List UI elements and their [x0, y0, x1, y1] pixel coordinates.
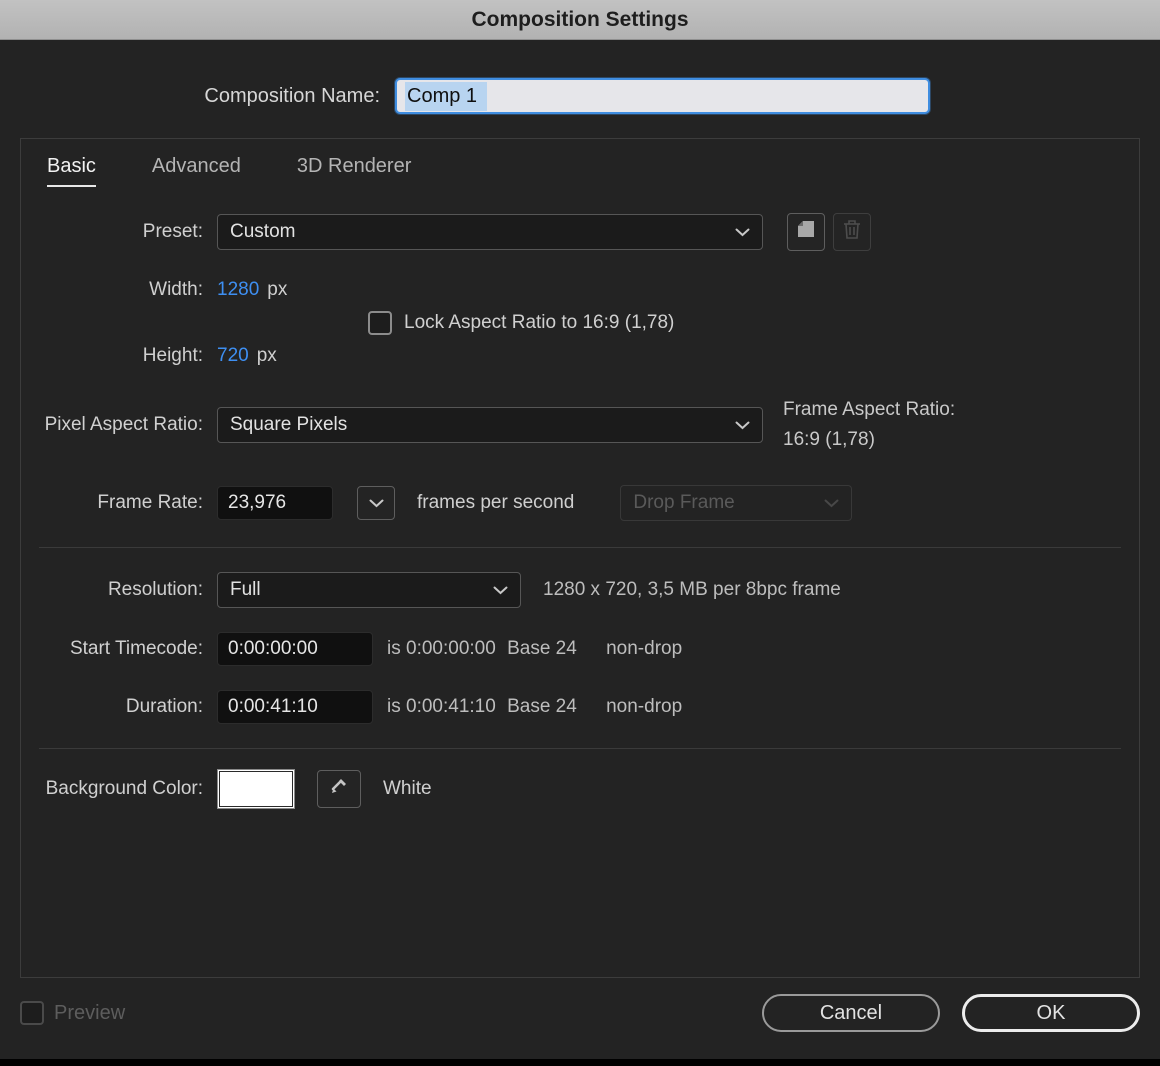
divider [39, 547, 1121, 548]
eyedropper-icon [329, 776, 349, 802]
chevron-down-icon [369, 499, 384, 508]
delete-preset-button[interactable] [833, 213, 871, 251]
cancel-button[interactable]: Cancel [762, 994, 940, 1032]
preset-buttons [787, 213, 871, 251]
frame-rate-preset-button[interactable] [357, 486, 395, 520]
lock-aspect-label: Lock Aspect Ratio to 16:9 (1,78) [404, 312, 674, 334]
resolution-info: 1280 x 720, 3,5 MB per 8bpc frame [543, 579, 841, 601]
preview-label: Preview [54, 1002, 125, 1025]
frame-aspect-info: Frame Aspect Ratio: 16:9 (1,78) [783, 395, 955, 455]
divider [39, 748, 1121, 749]
preset-label: Preset: [21, 221, 217, 243]
frame-aspect-value: 16:9 (1,78) [783, 425, 955, 455]
pixel-aspect-dropdown[interactable]: Square Pixels [217, 407, 763, 443]
dialog-titlebar: Composition Settings [0, 0, 1160, 40]
preview-checkbox[interactable] [20, 1001, 44, 1025]
lock-aspect-checkbox[interactable] [368, 311, 392, 335]
start-timecode-row: Start Timecode: 0:00:00:00 is 0:00:00:00… [21, 632, 1139, 666]
save-preset-button[interactable] [787, 213, 825, 251]
tab-3d-renderer[interactable]: 3D Renderer [297, 155, 412, 187]
preset-row: Preset: Custom [21, 213, 1139, 251]
duration-base: Base 24 [507, 696, 577, 717]
resolution-dropdown[interactable]: Full [217, 572, 521, 608]
settings-panel: Basic Advanced 3D Renderer Preset: Custo… [20, 138, 1140, 978]
dialog-footer: Preview Cancel OK [0, 994, 1160, 1032]
width-row: Width: 1280 px [21, 279, 1139, 301]
drop-frame-value: Drop Frame [633, 492, 734, 514]
duration-row: Duration: 0:00:41:10 is 0:00:41:10 Base … [21, 690, 1139, 724]
save-preset-icon [796, 219, 816, 245]
drop-frame-dropdown: Drop Frame [620, 485, 852, 521]
chevron-down-icon [824, 499, 839, 508]
background-color-label: Background Color: [21, 778, 217, 800]
chevron-down-icon [493, 586, 508, 595]
lock-aspect-row: Lock Aspect Ratio to 16:9 (1,78) [21, 311, 1139, 335]
height-label: Height: [21, 345, 217, 367]
window-bottom-edge [0, 1059, 1160, 1066]
resolution-row: Resolution: Full 1280 x 720, 3,5 MB per … [21, 572, 1139, 608]
composition-name-value: Comp 1 [405, 82, 487, 111]
height-row: Height: 720 px [21, 345, 1139, 367]
duration-value: 0:00:41:10 [228, 696, 318, 718]
duration-input[interactable]: 0:00:41:10 [217, 690, 373, 724]
height-value[interactable]: 720 [217, 345, 249, 367]
frame-rate-unit: frames per second [417, 492, 574, 514]
tab-advanced[interactable]: Advanced [152, 155, 241, 187]
frame-aspect-label: Frame Aspect Ratio: [783, 395, 955, 425]
chevron-down-icon [735, 228, 750, 237]
frame-rate-value: 23,976 [228, 492, 286, 514]
trash-icon [843, 219, 861, 245]
ok-button[interactable]: OK [962, 994, 1140, 1032]
start-timecode-label: Start Timecode: [21, 638, 217, 660]
pixel-aspect-label: Pixel Aspect Ratio: [21, 414, 217, 436]
background-color-swatch[interactable] [217, 769, 295, 809]
duration-info: is 0:00:41:10 Base 24 non-drop [387, 696, 688, 718]
width-value[interactable]: 1280 [217, 279, 259, 301]
height-unit: px [257, 345, 277, 367]
frame-rate-label: Frame Rate: [21, 492, 217, 514]
start-timecode-is: is 0:00:00:00 [387, 638, 496, 659]
resolution-value: Full [230, 579, 261, 601]
start-timecode-base: Base 24 [507, 638, 577, 659]
preset-dropdown[interactable]: Custom [217, 214, 763, 250]
duration-is: is 0:00:41:10 [387, 696, 496, 717]
start-timecode-info: is 0:00:00:00 Base 24 non-drop [387, 638, 688, 660]
chevron-down-icon [735, 421, 750, 430]
background-color-name: White [383, 778, 432, 800]
duration-drop: non-drop [606, 696, 682, 717]
pixel-aspect-value: Square Pixels [230, 414, 347, 436]
frame-rate-row: Frame Rate: 23,976 frames per second Dro… [21, 485, 1139, 521]
dialog-title: Composition Settings [472, 8, 689, 32]
eyedropper-button[interactable] [317, 770, 361, 808]
start-timecode-drop: non-drop [606, 638, 682, 659]
preset-value: Custom [230, 221, 295, 243]
pixel-aspect-row: Pixel Aspect Ratio: Square Pixels Frame … [21, 395, 1139, 455]
width-label: Width: [21, 279, 217, 301]
start-timecode-input[interactable]: 0:00:00:00 [217, 632, 373, 666]
frame-rate-input[interactable]: 23,976 [217, 486, 333, 520]
composition-name-input[interactable]: Comp 1 [395, 78, 930, 114]
width-unit: px [267, 279, 287, 301]
tab-basic[interactable]: Basic [47, 155, 96, 187]
preview-toggle: Preview [20, 1001, 125, 1025]
tab-bar: Basic Advanced 3D Renderer [21, 139, 1139, 187]
duration-label: Duration: [21, 696, 217, 718]
composition-name-label: Composition Name: [0, 85, 395, 108]
composition-name-row: Composition Name: Comp 1 [0, 78, 1160, 114]
start-timecode-value: 0:00:00:00 [228, 638, 318, 660]
background-color-row: Background Color: White [21, 769, 1139, 809]
resolution-label: Resolution: [21, 579, 217, 601]
